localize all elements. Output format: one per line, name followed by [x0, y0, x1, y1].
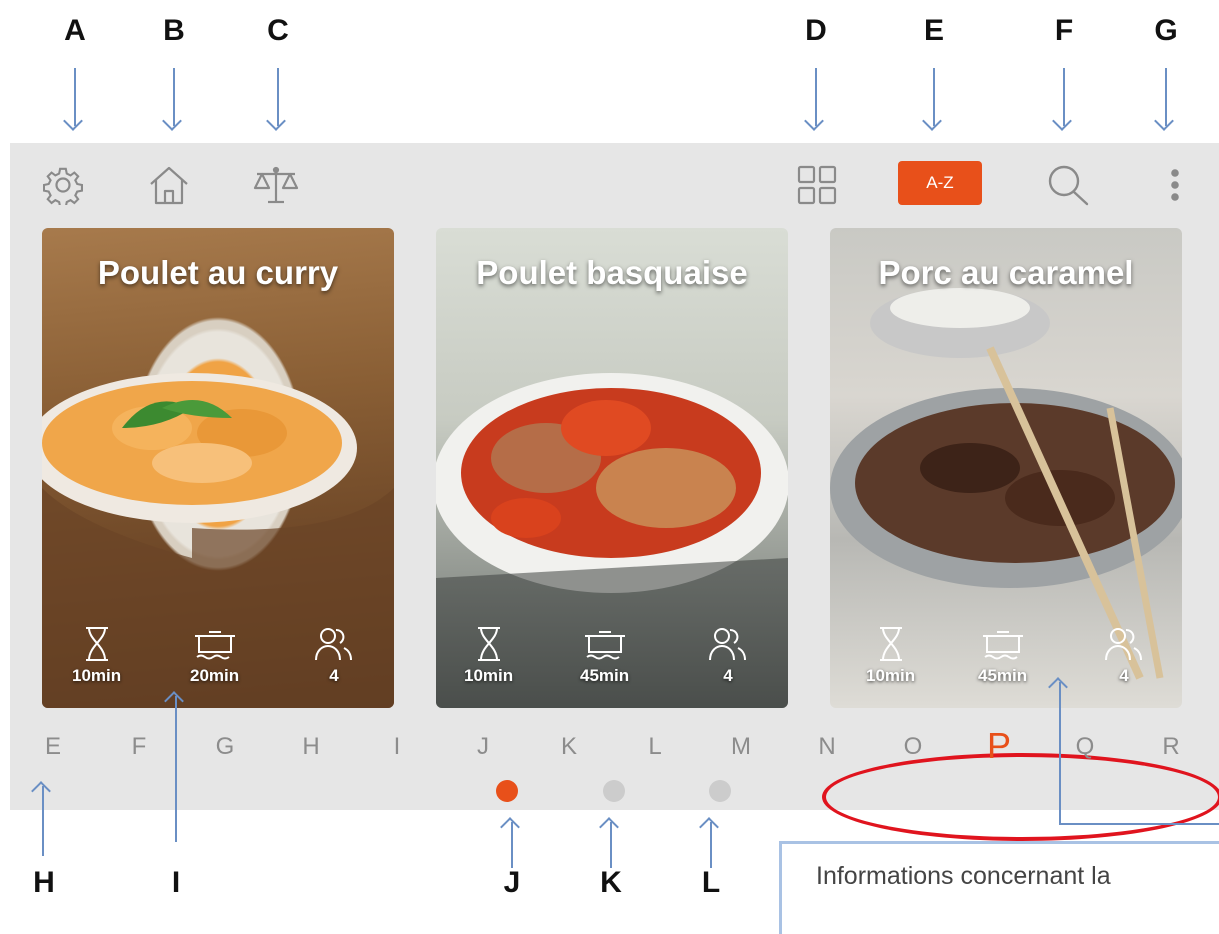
prep-time: 10min — [464, 626, 513, 686]
connector-line — [1059, 823, 1219, 825]
pot-icon — [584, 631, 625, 660]
servings: 4 — [1104, 626, 1144, 686]
gear-icon — [43, 167, 83, 205]
arrow-l — [710, 822, 712, 868]
search-button[interactable] — [1042, 161, 1094, 209]
prep-time: 10min — [72, 626, 121, 686]
arrow-j — [511, 822, 513, 868]
letter-item[interactable]: K — [549, 733, 589, 761]
letter-item[interactable]: R — [1151, 733, 1191, 761]
callout-k: K — [600, 866, 622, 899]
arrow-c — [277, 68, 279, 126]
letter-item[interactable]: Q — [1065, 733, 1105, 761]
more-button[interactable] — [1160, 161, 1190, 209]
pot-icon — [982, 631, 1023, 660]
letter-item[interactable]: J — [463, 733, 503, 761]
home-icon — [150, 166, 188, 205]
recipe-card[interactable]: Poulet au curry 10min 20min 4 — [42, 228, 394, 708]
cook-time: 20min — [190, 626, 239, 686]
servings: 4 — [314, 626, 354, 686]
recipe-title: Poulet basquaise — [476, 254, 748, 291]
callout-i: I — [171, 866, 181, 899]
letter-item[interactable]: H — [291, 733, 331, 761]
letter-item[interactable]: M — [721, 733, 761, 761]
recipe-title: Porc au caramel — [878, 254, 1134, 291]
more-vertical-icon — [1171, 169, 1179, 201]
alphabet-index: E F G H I J K L M N O P Q R — [10, 725, 1219, 767]
letter-item[interactable]: E — [33, 733, 73, 761]
prep-time: 10min — [866, 626, 915, 686]
arrow-a — [74, 68, 76, 126]
arrow-h — [42, 786, 44, 856]
arrow-b — [173, 68, 175, 126]
arrow-k — [610, 822, 612, 868]
letter-item[interactable]: F — [119, 733, 159, 761]
callout-g: G — [1154, 14, 1178, 47]
people-icon — [1105, 628, 1142, 661]
pot-icon — [194, 631, 235, 660]
scale-icon — [253, 166, 299, 204]
page-dot-3[interactable] — [709, 780, 731, 802]
people-icon — [315, 628, 352, 661]
home-button[interactable] — [142, 161, 196, 209]
sort-az-label: A-Z — [926, 173, 954, 192]
arrow-info — [1059, 682, 1061, 824]
callout-d: D — [805, 14, 827, 47]
letter-item-active[interactable]: P — [979, 725, 1019, 767]
scale-button[interactable] — [248, 161, 304, 209]
search-icon — [1048, 165, 1089, 206]
arrow-f — [1063, 68, 1065, 126]
annotation-box: Informations concernant la — [779, 841, 1219, 934]
callout-e: E — [923, 14, 944, 47]
page-dot-1[interactable] — [496, 780, 518, 802]
page-dot-2[interactable] — [603, 780, 625, 802]
recipe-card[interactable]: Poulet basquaise 10min 45min 4 — [436, 228, 788, 708]
people-icon — [709, 628, 746, 661]
arrow-g — [1165, 68, 1167, 126]
callout-l: L — [701, 866, 721, 899]
letter-item[interactable]: L — [635, 733, 675, 761]
app-screen: A-Z Poulet au curry 10min 20min 4 Poulet… — [10, 143, 1219, 841]
callout-b: B — [163, 14, 185, 47]
letter-item[interactable]: N — [807, 733, 847, 761]
sort-az-button[interactable]: A-Z — [898, 161, 982, 205]
grid-view-button[interactable] — [792, 161, 842, 209]
arrow-e — [933, 68, 935, 126]
letter-item[interactable]: O — [893, 733, 933, 761]
callout-f: F — [1054, 14, 1074, 47]
hourglass-icon — [85, 627, 108, 661]
recipe-title: Poulet au curry — [97, 254, 339, 291]
cook-time: 45min — [978, 626, 1027, 686]
annotation-text: Informations concernant la — [816, 862, 1111, 890]
arrow-d — [815, 68, 817, 126]
callout-c: C — [267, 14, 289, 47]
servings: 4 — [708, 626, 748, 686]
cook-time: 45min — [580, 626, 629, 686]
grid-icon — [797, 165, 837, 205]
letter-item[interactable]: I — [377, 733, 417, 761]
hourglass-icon — [879, 627, 902, 661]
callout-j: J — [503, 866, 521, 899]
hourglass-icon — [477, 627, 500, 661]
arrow-i — [175, 696, 177, 842]
settings-button[interactable] — [38, 161, 88, 209]
callout-h: H — [33, 866, 55, 899]
letter-item[interactable]: G — [205, 733, 245, 761]
recipe-card[interactable]: Porc au caramel 10min 45min 4 — [830, 228, 1182, 708]
callout-a: A — [64, 14, 86, 47]
